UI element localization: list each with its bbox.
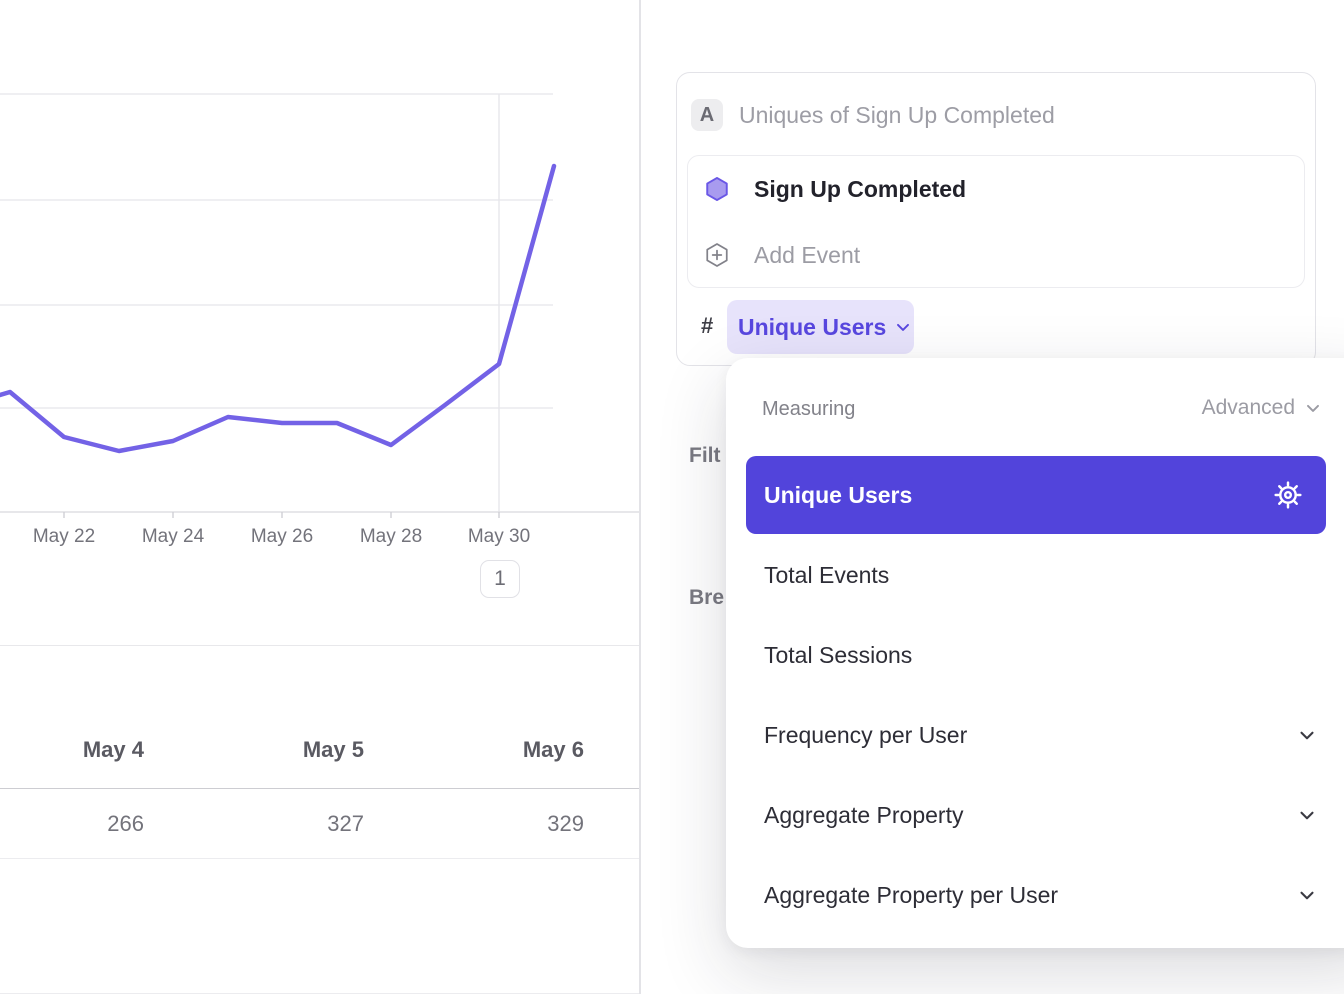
measurement-pill-label: Unique Users: [738, 314, 886, 341]
menu-item-label: Total Sessions: [764, 642, 912, 669]
table-header-cell: May 6: [364, 737, 584, 763]
event-card: Sign Up Completed Add Event: [687, 155, 1305, 288]
table-row[interactable]: 266327329: [0, 789, 639, 859]
line-chart[interactable]: [0, 0, 639, 560]
x-axis-label: May 24: [128, 526, 218, 548]
table-cell: 329: [364, 811, 584, 837]
measurement-pill[interactable]: Unique Users: [727, 300, 914, 354]
table-header-cell: May 4: [0, 737, 144, 763]
metric-letter-badge: A: [691, 99, 723, 131]
table-cell: 266: [0, 811, 144, 837]
chevron-down-icon: [1296, 884, 1318, 906]
chevron-down-icon: [1296, 804, 1318, 826]
x-axis-label: May 22: [19, 526, 109, 548]
measuring-dropdown: Measuring Advanced Unique Users Total Ev…: [726, 358, 1344, 948]
pane-divider: [639, 0, 641, 994]
x-axis-label: May 28: [346, 526, 436, 548]
table-cell: 327: [144, 811, 364, 837]
add-event-label: Add Event: [754, 242, 860, 269]
event-row[interactable]: Sign Up Completed: [688, 156, 1304, 222]
breakdown-section-label: Bre: [689, 586, 724, 610]
table-top-divider: [0, 645, 639, 646]
add-event-hexagon-icon: [704, 242, 730, 268]
menu-item-aggregate-property[interactable]: Aggregate Property: [746, 775, 1326, 855]
metric-card: A Uniques of Sign Up Completed Sign Up C…: [676, 72, 1316, 366]
x-axis-label: May 26: [237, 526, 327, 548]
event-name: Sign Up Completed: [754, 176, 966, 203]
annotation-count-badge[interactable]: 1: [480, 560, 520, 598]
add-event-button[interactable]: Add Event: [688, 222, 1304, 288]
menu-item-label: Total Events: [764, 562, 889, 589]
measuring-menu: Unique Users Total Events Total Sessions F…: [726, 358, 1344, 948]
metric-title: Uniques of Sign Up Completed: [739, 101, 1055, 129]
menu-item-aggregate-property-per-user[interactable]: Aggregate Property per User: [746, 855, 1326, 935]
chart-pane: May 22May 24May 26May 28May 30 1 May 4Ma…: [0, 0, 639, 994]
menu-item-total-sessions[interactable]: Total Sessions: [746, 615, 1326, 695]
menu-item-label: Aggregate Property per User: [764, 882, 1058, 909]
chevron-down-icon: [1296, 724, 1318, 746]
menu-item-total-events[interactable]: Total Events: [746, 535, 1326, 615]
gear-icon[interactable]: [1274, 481, 1302, 509]
menu-item-unique-users[interactable]: Unique Users: [746, 456, 1326, 534]
menu-item-frequency-per-user[interactable]: Frequency per User: [746, 695, 1326, 775]
x-axis-label: May 30: [454, 526, 544, 548]
measure-hash-symbol: #: [701, 313, 725, 343]
table-header-row: May 4May 5May 6: [0, 712, 639, 789]
menu-item-label: Frequency per User: [764, 722, 967, 749]
filters-section-label: Filt: [689, 444, 721, 468]
app-window: May 22May 24May 26May 28May 30 1 May 4Ma…: [0, 0, 1344, 994]
table-header-cell: May 5: [144, 737, 364, 763]
menu-item-label: Aggregate Property: [764, 802, 963, 829]
event-hexagon-icon: [704, 176, 730, 202]
menu-item-label: Unique Users: [764, 482, 912, 509]
chevron-down-icon: [893, 317, 913, 337]
